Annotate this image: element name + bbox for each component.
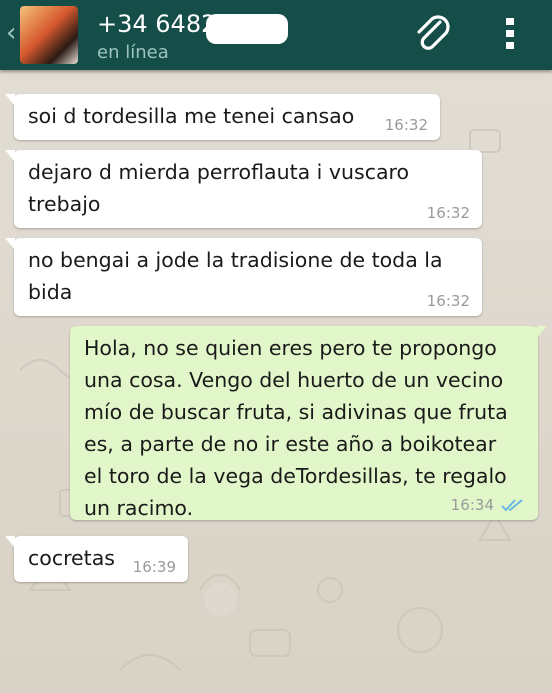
redaction-blot xyxy=(206,14,288,44)
chat-header: ‹ +34 64828 en línea xyxy=(0,0,552,70)
message-time: 16:39 xyxy=(132,558,176,576)
message-text: soi d tordesilla me tenei cansao xyxy=(28,104,355,128)
message-bubble-incoming[interactable]: soi d tordesilla me tenei cansao 16:32 xyxy=(5,94,440,140)
bubble-tail xyxy=(5,94,15,106)
bubble-tail xyxy=(5,238,15,250)
message-bubble-incoming[interactable]: no bengai a jode la tradisione de toda l… xyxy=(5,238,482,316)
message-text: no bengai a jode la tradisione de toda l… xyxy=(28,248,443,304)
message-time: 16:32 xyxy=(426,204,470,222)
bubble-tail xyxy=(5,150,15,162)
message-bubble-outgoing[interactable]: Hola, no se quien eres pero te propongo … xyxy=(70,326,547,520)
message-bubble-incoming[interactable]: cocretas 16:39 xyxy=(5,536,188,582)
double-check-icon xyxy=(501,499,523,512)
message-bubble-incoming[interactable]: dejaro d mierda perroflauta i vuscaro tr… xyxy=(5,150,482,228)
message-time: 16:32 xyxy=(426,292,470,310)
paperclip-icon[interactable] xyxy=(410,12,456,58)
message-text: dejaro d mierda perroflauta i vuscaro tr… xyxy=(28,160,410,216)
message-time: 16:34 xyxy=(450,496,494,514)
message-time: 16:32 xyxy=(384,116,428,134)
bubble-tail xyxy=(537,326,547,338)
contact-status: en línea xyxy=(97,42,169,63)
overflow-menu-icon[interactable] xyxy=(500,14,520,54)
back-icon[interactable]: ‹ xyxy=(6,18,16,48)
avatar[interactable] xyxy=(20,6,78,64)
bubble-tail xyxy=(5,536,15,548)
